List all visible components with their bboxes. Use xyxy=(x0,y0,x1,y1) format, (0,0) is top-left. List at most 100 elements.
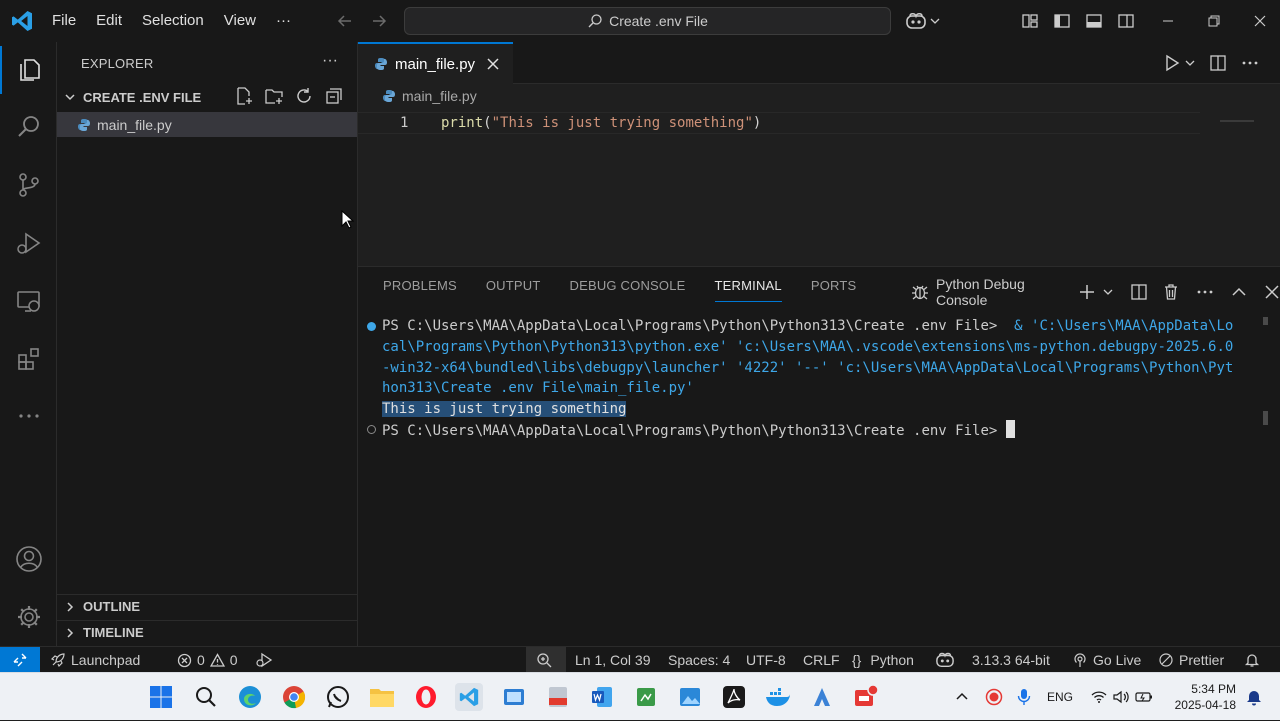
language-mode[interactable]: {} Python xyxy=(852,647,914,673)
spreadsheet-app-icon[interactable] xyxy=(632,683,660,711)
battery-icon[interactable] xyxy=(1135,690,1153,704)
activity-source-control[interactable] xyxy=(0,161,57,209)
restore-button[interactable] xyxy=(1191,0,1237,42)
new-file-icon[interactable] xyxy=(234,86,254,106)
docker-icon[interactable] xyxy=(764,683,792,711)
activity-search[interactable] xyxy=(0,103,57,151)
code-line-1[interactable]: 1 print("This is just trying something") xyxy=(358,112,1200,134)
edge-browser-icon[interactable] xyxy=(236,683,264,711)
folder-header[interactable]: CREATE .ENV FILE xyxy=(57,86,357,108)
vscode-taskbar-icon[interactable] xyxy=(455,683,483,711)
activity-extensions[interactable] xyxy=(0,335,57,383)
activity-more[interactable] xyxy=(0,392,57,440)
new-folder-icon[interactable] xyxy=(264,86,284,106)
explorer-more-button[interactable]: ··· xyxy=(322,52,338,70)
command-success-dot-icon[interactable] xyxy=(367,322,376,331)
command-center-search[interactable]: Create .env File xyxy=(404,7,891,35)
more-actions-icon[interactable] xyxy=(1196,283,1214,301)
chrome-browser-icon[interactable] xyxy=(280,683,308,711)
close-window-button[interactable] xyxy=(1237,0,1280,42)
zoom-button[interactable] xyxy=(536,647,552,673)
trash-icon[interactable] xyxy=(1162,283,1180,301)
collapse-all-icon[interactable] xyxy=(324,86,344,106)
maximize-panel-icon[interactable] xyxy=(1230,283,1248,301)
remote-indicator[interactable] xyxy=(0,647,40,673)
problems-indicator[interactable]: 0 0 xyxy=(177,647,238,673)
new-terminal-icon[interactable] xyxy=(1078,283,1096,301)
tab-problems[interactable]: PROBLEMS xyxy=(383,278,457,302)
cursor-position[interactable]: Ln 1, Col 39 xyxy=(575,647,651,673)
back-arrow-icon[interactable] xyxy=(335,11,355,31)
notifications-button[interactable] xyxy=(1244,647,1260,673)
outline-section[interactable]: OUTLINE xyxy=(57,594,357,618)
activity-accounts[interactable] xyxy=(0,535,57,583)
customize-layout-icon[interactable] xyxy=(1020,11,1040,31)
snipping-tool-icon[interactable] xyxy=(500,683,528,711)
copilot-status[interactable] xyxy=(935,647,955,673)
file-explorer-icon[interactable] xyxy=(368,683,396,711)
whatsapp-icon[interactable] xyxy=(324,683,352,711)
chevron-down-icon[interactable] xyxy=(1185,58,1195,68)
more-actions-icon[interactable] xyxy=(1241,54,1259,72)
tab-terminal[interactable]: TERMINAL xyxy=(714,278,782,302)
indentation[interactable]: Spaces: 4 xyxy=(668,647,730,673)
activity-remote-explorer[interactable] xyxy=(0,277,57,325)
debug-status[interactable] xyxy=(255,647,273,673)
close-panel-icon[interactable] xyxy=(1264,284,1280,300)
acrobat-icon[interactable] xyxy=(720,683,748,711)
chevron-down-icon[interactable] xyxy=(1102,286,1114,298)
menu-view[interactable]: View xyxy=(214,0,266,42)
copilot-button[interactable] xyxy=(905,11,940,31)
activity-explorer[interactable] xyxy=(0,46,57,94)
minimize-button[interactable] xyxy=(1145,0,1191,42)
toggle-secondary-sidebar-icon[interactable] xyxy=(1116,11,1136,31)
tab-output[interactable]: OUTPUT xyxy=(486,278,541,302)
menu-selection[interactable]: Selection xyxy=(132,0,214,42)
windows-start-icon[interactable] xyxy=(147,683,175,711)
input-language[interactable]: ENG xyxy=(1047,690,1073,704)
photos-icon[interactable] xyxy=(676,683,704,711)
tab-ports[interactable]: PORTS xyxy=(811,278,857,302)
file-item-main-file[interactable]: main_file.py xyxy=(57,112,357,137)
breadcrumb[interactable]: main_file.py xyxy=(382,88,477,104)
forward-arrow-icon[interactable] xyxy=(369,11,389,31)
word-icon[interactable] xyxy=(588,683,616,711)
terminal-output[interactable]: PS C:\Users\MAA\AppData\Local\Programs\P… xyxy=(382,316,1262,442)
tab-main-file[interactable]: main_file.py xyxy=(358,42,513,84)
menu-file[interactable]: File xyxy=(42,0,86,42)
system-clock[interactable]: 5:34 PM 2025-04-18 xyxy=(1172,681,1236,713)
notification-bell-icon[interactable] xyxy=(1240,683,1268,711)
pdf-app-icon[interactable] xyxy=(544,683,572,711)
azure-data-studio-icon[interactable] xyxy=(808,683,836,711)
split-terminal-icon[interactable] xyxy=(1130,283,1148,301)
python-interpreter[interactable]: 3.13.3 64-bit xyxy=(972,647,1050,673)
run-python-file-icon[interactable] xyxy=(1163,54,1181,72)
end-of-line[interactable]: CRLF xyxy=(803,647,840,673)
go-live-button[interactable]: Go Live xyxy=(1072,647,1141,673)
screen-recorder-icon[interactable] xyxy=(852,683,880,711)
minimap[interactable] xyxy=(1220,120,1254,122)
toggle-panel-icon[interactable] xyxy=(1084,11,1104,31)
microphone-icon[interactable] xyxy=(1017,688,1031,706)
terminal-name[interactable]: Python Debug Console xyxy=(936,276,1068,308)
refresh-icon[interactable] xyxy=(294,86,314,106)
activity-run-debug[interactable] xyxy=(0,219,57,267)
tab-debug-console[interactable]: DEBUG CONSOLE xyxy=(570,278,686,302)
activity-manage[interactable] xyxy=(0,593,57,641)
wifi-icon[interactable] xyxy=(1091,690,1107,704)
prettier-button[interactable]: Prettier xyxy=(1158,647,1224,673)
opera-browser-icon[interactable] xyxy=(412,683,440,711)
volume-icon[interactable] xyxy=(1113,690,1129,704)
encoding[interactable]: UTF-8 xyxy=(746,647,786,673)
menu-edit[interactable]: Edit xyxy=(86,0,132,42)
split-editor-icon[interactable] xyxy=(1209,54,1227,72)
toggle-primary-sidebar-icon[interactable] xyxy=(1052,11,1072,31)
terminal-scrollbar[interactable] xyxy=(1263,411,1268,425)
chevron-up-icon[interactable] xyxy=(955,690,969,704)
close-tab-icon[interactable] xyxy=(486,57,500,71)
command-pending-dot-icon[interactable] xyxy=(367,425,376,434)
taskbar-search-icon[interactable] xyxy=(192,683,220,711)
record-status-icon[interactable] xyxy=(985,688,1003,706)
launchpad-button[interactable]: Launchpad xyxy=(50,647,140,673)
menu-more[interactable]: ··· xyxy=(266,0,301,42)
